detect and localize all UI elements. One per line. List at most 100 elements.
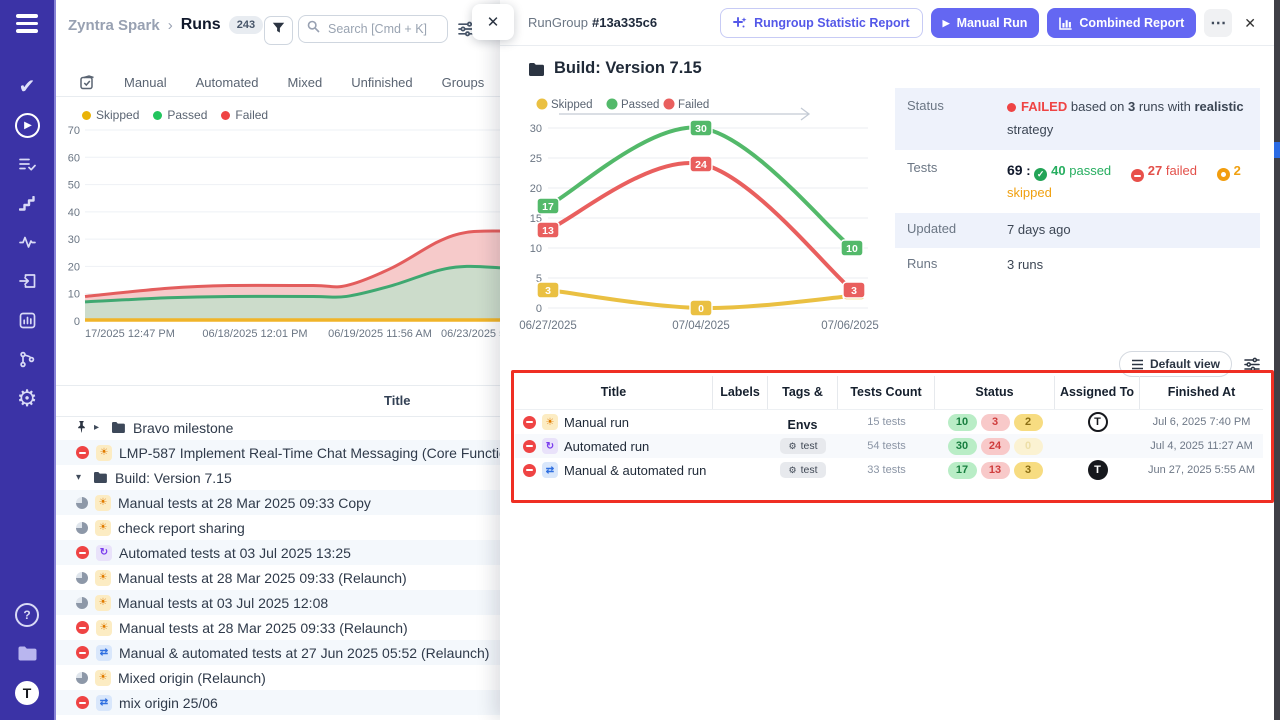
tab-unfinished[interactable]: Unfinished: [351, 75, 412, 90]
tag-pill[interactable]: ⚙test: [780, 462, 825, 478]
table-settings-icon[interactable]: [1244, 357, 1260, 372]
tab-mixed[interactable]: Mixed: [288, 75, 323, 90]
list-item[interactable]: ☀Manual tests at 28 Mar 2025 09:33 (Rela…: [54, 615, 500, 640]
combined-report-button[interactable]: Combined Report: [1047, 8, 1196, 38]
branch-icon[interactable]: [0, 340, 54, 379]
table-row[interactable]: ☀Manual run15 tests1032TJul 6, 2025 7:40…: [515, 410, 1263, 434]
runs-value: 3 runs: [1007, 254, 1043, 277]
run-title: Manual & automated run: [564, 463, 706, 478]
run-title: Build: Version 7.15: [115, 470, 232, 486]
chevron-right-icon[interactable]: ▸: [94, 422, 104, 433]
column-header-tags-envs[interactable]: Tags & Envs: [768, 376, 838, 409]
failed-status-icon: [523, 440, 536, 453]
assignee-avatar[interactable]: T: [1088, 460, 1108, 480]
legend-passed[interactable]: Passed: [153, 108, 207, 122]
tab-groups[interactable]: Groups: [442, 75, 485, 90]
menu-icon[interactable]: [16, 14, 38, 33]
list-item[interactable]: ▾ Build: Version 7.15: [54, 465, 500, 490]
test-plans-icon[interactable]: [0, 145, 54, 184]
table-row[interactable]: ↻Automated run⚙test54 tests30240Jul 4, 2…: [515, 434, 1263, 458]
svg-text:17/2025 12:47 PM: 17/2025 12:47 PM: [85, 328, 175, 340]
failed-count-pill: 3: [981, 414, 1010, 431]
right-scrollbar[interactable]: [1274, 0, 1280, 720]
manual-run-button[interactable]: ▶ Manual Run: [931, 8, 1040, 38]
svg-text:30: 30: [530, 123, 542, 135]
gear-icon: ⚙: [788, 465, 796, 476]
list-item[interactable]: ☀LMP-587 Implement Real-Time Chat Messag…: [54, 440, 500, 465]
manual-run-icon: ☀: [542, 414, 558, 430]
list-item[interactable]: ☀check report sharing: [54, 515, 500, 540]
workspace-avatar[interactable]: T: [0, 673, 54, 712]
tests-icon[interactable]: ✔: [0, 67, 54, 106]
status-pills-cell: 30240: [935, 438, 1055, 455]
run-title: check report sharing: [118, 520, 245, 536]
svg-text:06/19/2025 11:56 AM: 06/19/2025 11:56 AM: [328, 328, 432, 340]
list-item[interactable]: ⇄mix origin 25/06: [54, 690, 500, 715]
runs-history-chart: 01020304050607017/2025 12:47 PM06/18/202…: [54, 124, 500, 348]
assignee-avatar[interactable]: T: [1088, 412, 1108, 432]
title-column-header[interactable]: Title: [384, 386, 411, 416]
project-name[interactable]: Zyntra Spark: [68, 17, 160, 34]
run-title: mix origin 25/06: [119, 695, 218, 711]
legend-skipped[interactable]: Skipped: [82, 108, 139, 122]
in-progress-status-icon: [76, 572, 88, 584]
list-item[interactable]: ☀Manual tests at 03 Jul 2025 12:08: [54, 590, 500, 615]
list-item[interactable]: ▸Bravo milestone: [54, 415, 500, 440]
list-item[interactable]: ↻Automated tests at 03 Jul 2025 13:25: [54, 540, 500, 565]
manual-run-icon: ☀: [96, 620, 112, 636]
help-icon[interactable]: ?: [0, 595, 54, 634]
column-header-title[interactable]: Title: [515, 376, 713, 409]
svg-text:Passed: Passed: [621, 99, 659, 111]
search-input[interactable]: [326, 21, 440, 37]
rungroup-section-title: Build: Version 7.15: [528, 59, 702, 78]
breadcrumb: Zyntra Spark › Runs 243: [68, 16, 263, 34]
drawer-close-button[interactable]: ✕: [1244, 15, 1256, 32]
tag-pill[interactable]: ⚙test: [780, 438, 825, 454]
runs-icon-active[interactable]: ▶: [0, 106, 54, 145]
rungroup-info: Status FAILED based on 3 runs with reali…: [895, 88, 1260, 283]
svg-text:40: 40: [68, 207, 80, 219]
legend-label: Skipped: [96, 108, 139, 122]
list-item[interactable]: ☀Mixed origin (Relaunch): [54, 665, 500, 690]
rungroup-id: #13a335c6: [592, 15, 657, 30]
column-header-finished-at[interactable]: Finished At: [1140, 376, 1263, 409]
tab-manual[interactable]: Manual: [124, 75, 167, 90]
status-pills-cell: 1032: [935, 414, 1055, 431]
list-item[interactable]: ☀Manual tests at 28 Mar 2025 09:33 (Rela…: [54, 565, 500, 590]
run-title: Automated run: [564, 439, 649, 454]
assigned-cell: T: [1055, 460, 1140, 480]
table-view-icon: [1131, 359, 1144, 370]
run-title: Mixed origin (Relaunch): [118, 670, 266, 686]
search-box[interactable]: [298, 15, 448, 43]
column-header-labels[interactable]: Labels: [713, 376, 768, 409]
status-value: FAILED: [1021, 99, 1067, 114]
scrollbar-thumb[interactable]: [1274, 142, 1280, 158]
svg-text:0: 0: [74, 316, 80, 328]
filter-button[interactable]: [264, 16, 293, 45]
pulse-icon[interactable]: [0, 223, 54, 262]
manual-run-icon: ☀: [95, 570, 111, 586]
projects-folder-icon[interactable]: [0, 634, 54, 673]
steps-icon[interactable]: [0, 184, 54, 223]
column-header-assigned-to[interactable]: Assigned To: [1055, 376, 1140, 409]
analytics-icon[interactable]: [0, 301, 54, 340]
tab-automated[interactable]: Automated: [196, 75, 259, 90]
default-view-button[interactable]: Default view: [1119, 351, 1232, 377]
failed-status-icon: [76, 546, 89, 559]
column-header-status[interactable]: Status: [935, 376, 1055, 409]
panel-close-button[interactable]: ✕: [472, 4, 514, 40]
more-actions-button[interactable]: ⋯: [1204, 9, 1232, 37]
run-title: Manual run: [564, 415, 629, 430]
legend-failed[interactable]: Failed: [221, 108, 268, 122]
table-row[interactable]: ⇄Manual & automated run⚙test33 tests1713…: [515, 458, 1263, 482]
column-header-tests-count[interactable]: Tests Count: [838, 376, 935, 409]
rungroup-statistic-report-button[interactable]: Rungroup Statistic Report: [720, 8, 923, 38]
chevron-down-icon[interactable]: ▾: [76, 472, 86, 483]
import-icon[interactable]: [0, 262, 54, 301]
list-item[interactable]: ☀Manual tests at 28 Mar 2025 09:33 Copy: [54, 490, 500, 515]
list-item[interactable]: ⇄Manual & automated tests at 27 Jun 2025…: [54, 640, 500, 665]
svg-text:06/18/2025 12:01 PM: 06/18/2025 12:01 PM: [202, 328, 307, 340]
select-all-icon[interactable]: [80, 75, 95, 90]
settings-gear-icon[interactable]: ⚙: [0, 379, 54, 418]
bar-chart-icon: [1059, 17, 1072, 30]
